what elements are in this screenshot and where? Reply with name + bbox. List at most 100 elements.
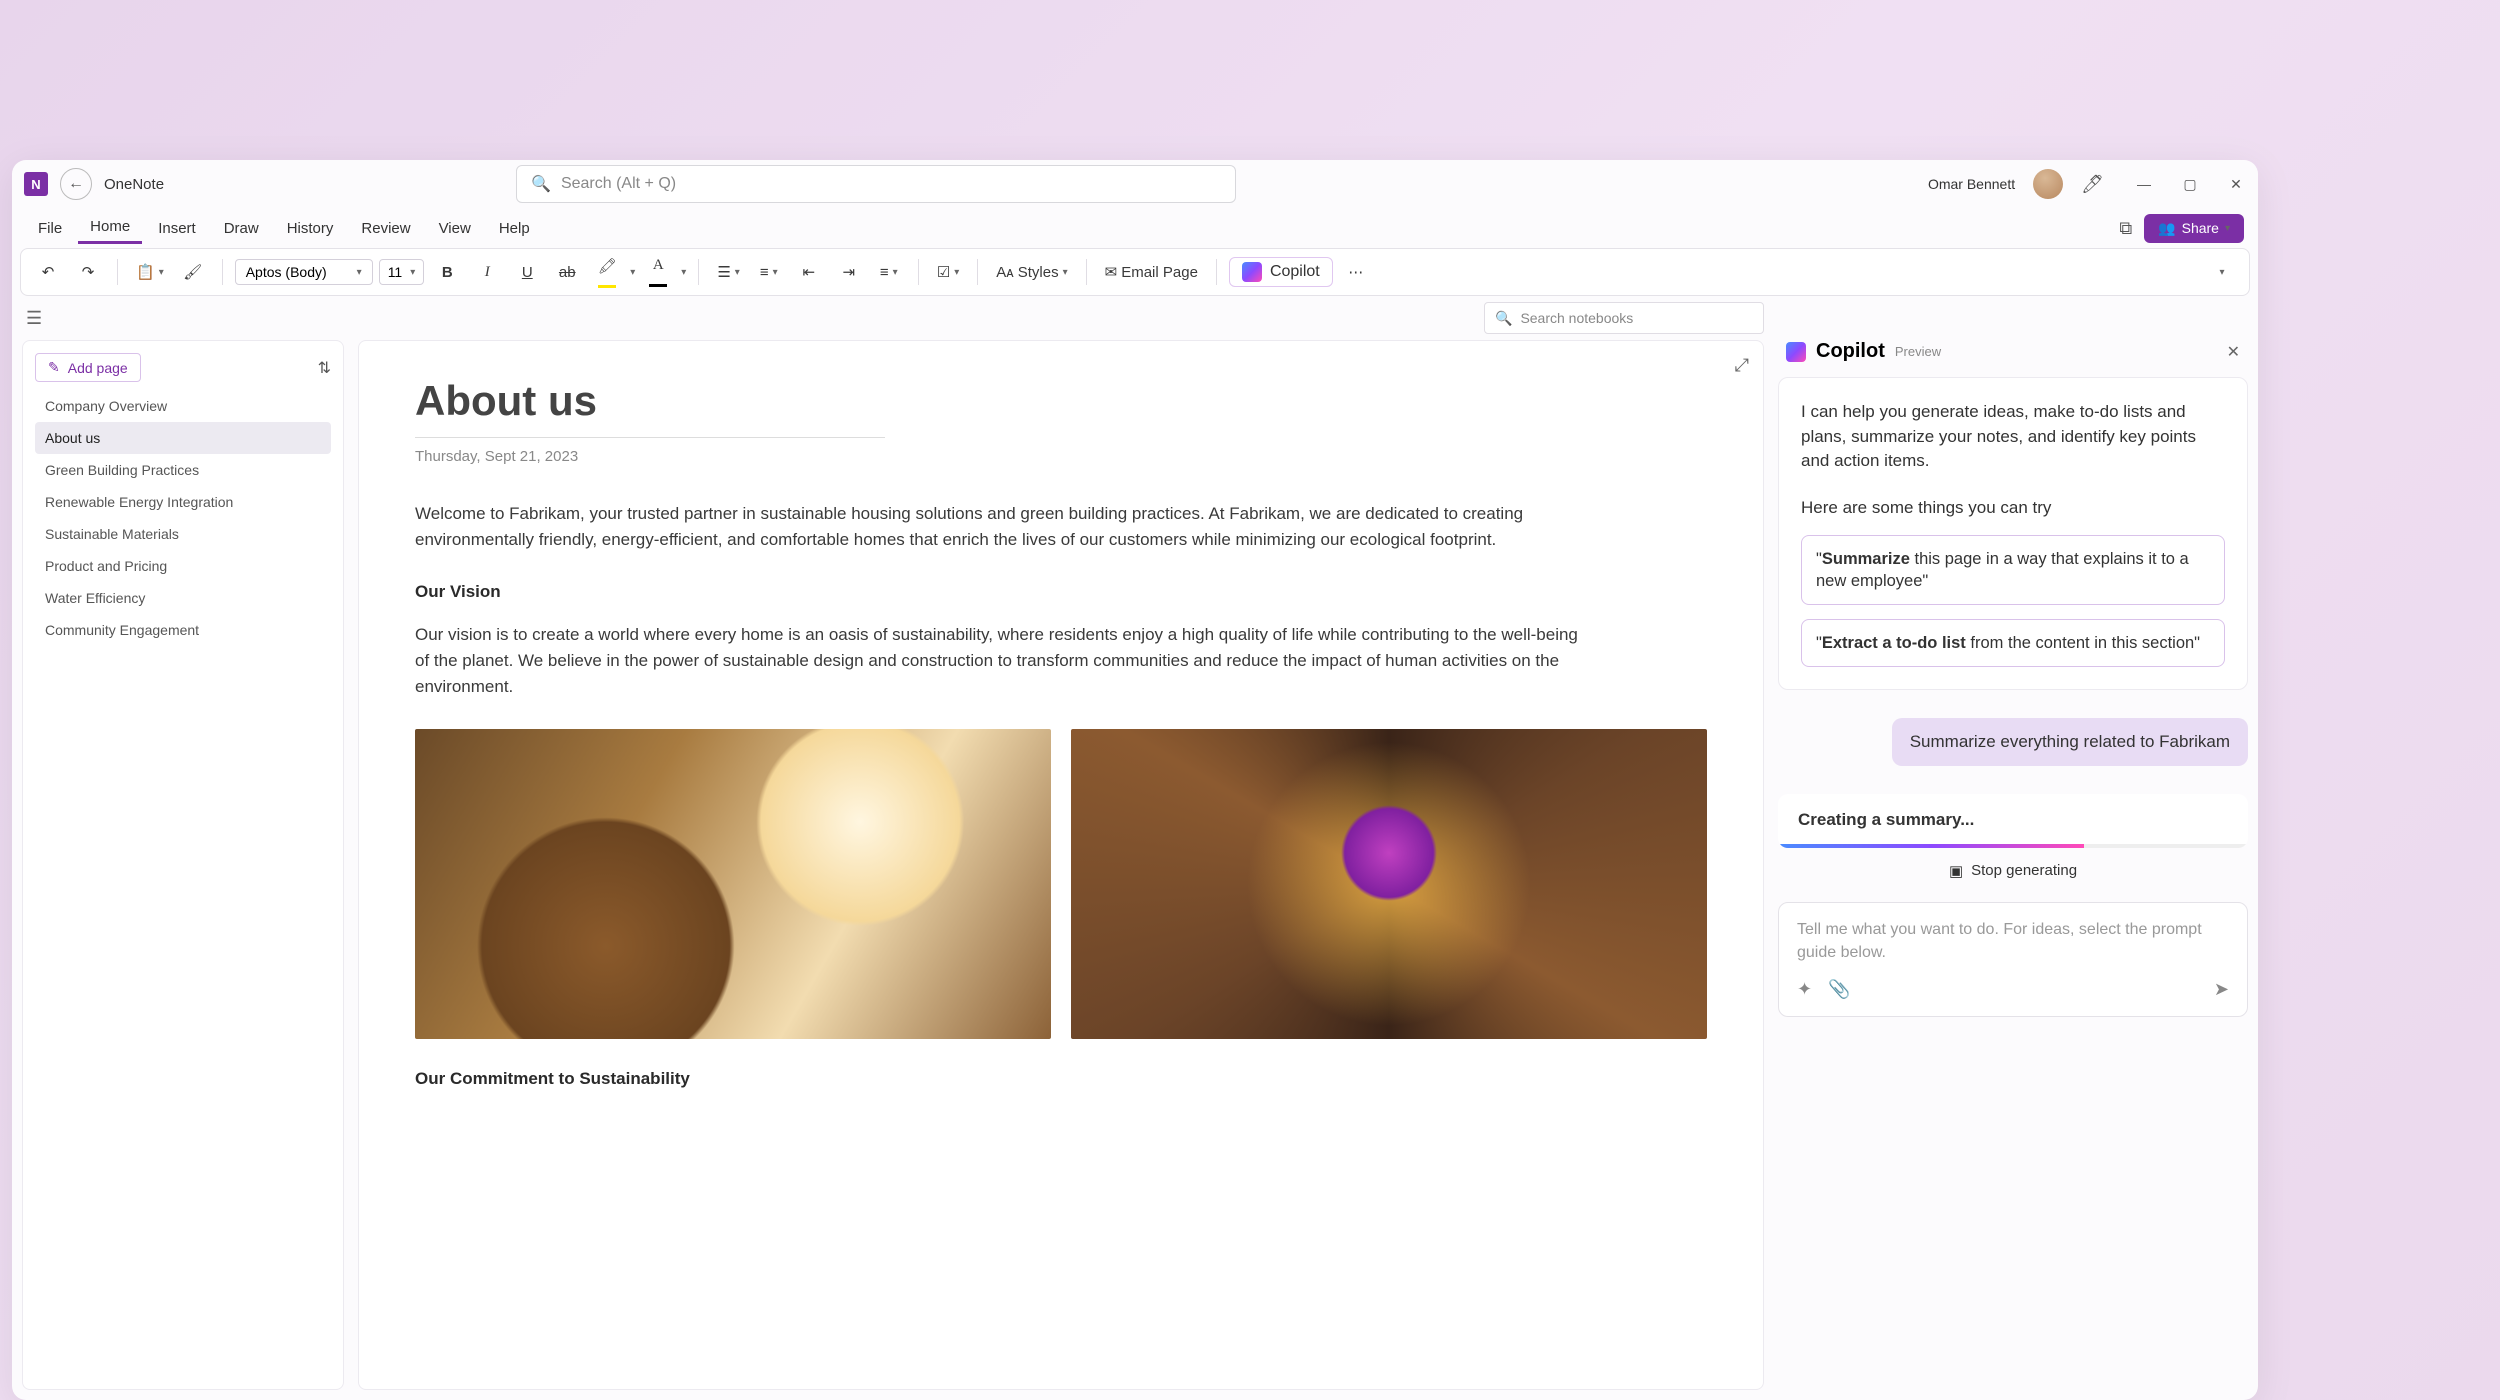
chevron-down-icon[interactable]: ▾ (630, 267, 635, 278)
content-image-2[interactable] (1071, 729, 1707, 1039)
font-color-icon: A (653, 257, 664, 274)
numbering-button[interactable]: ≡▾ (752, 255, 786, 289)
font-size-select[interactable]: 11 ▾ (379, 259, 425, 285)
back-button[interactable]: ← (60, 168, 92, 200)
ribbon-tabs: File Home Insert Draw History Review Vie… (12, 208, 2258, 248)
global-search-input[interactable]: 🔍 Search (Alt + Q) (516, 165, 1236, 203)
bullets-button[interactable]: ☰▾ (711, 255, 745, 289)
page-item[interactable]: Renewable Energy Integration (35, 486, 331, 518)
input-tools: ✦ 📎 ➤ (1797, 979, 2229, 1000)
minimize-button[interactable]: — (2134, 174, 2154, 194)
page-item[interactable]: Company Overview (35, 390, 331, 422)
chevron-down-icon[interactable]: ▾ (681, 267, 686, 278)
align-icon: ≡ (880, 264, 889, 281)
tab-help[interactable]: Help (487, 214, 542, 243)
tab-insert[interactable]: Insert (146, 214, 208, 243)
align-button[interactable]: ≡▾ (872, 255, 906, 289)
underline-button[interactable]: U (510, 255, 544, 289)
page-item[interactable]: Community Engagement (35, 614, 331, 646)
close-copilot-button[interactable]: ✕ (2227, 342, 2240, 362)
font-color-button[interactable]: A (641, 255, 675, 289)
redo-button[interactable]: ↷ (71, 255, 105, 289)
italic-button[interactable]: I (470, 255, 504, 289)
creating-status-card: Creating a summary... (1778, 794, 2248, 848)
styles-button[interactable]: Aᴀ Styles ▾ (990, 255, 1073, 289)
intro-paragraph[interactable]: Welcome to Fabrikam, your trusted partne… (415, 501, 1595, 554)
close-window-button[interactable]: ✕ (2226, 174, 2246, 194)
vision-paragraph[interactable]: Our vision is to create a world where ev… (415, 622, 1595, 701)
copilot-ribbon-button[interactable]: Copilot (1229, 257, 1333, 287)
font-family-select[interactable]: Aptos (Body) ▾ (235, 259, 373, 285)
commitment-heading[interactable]: Our Commitment to Sustainability (415, 1069, 1707, 1089)
sidebar-top: ✎ Add page ⇅ (35, 353, 331, 382)
tab-home[interactable]: Home (78, 212, 142, 244)
copilot-label: Copilot (1270, 263, 1320, 281)
page-item[interactable]: Sustainable Materials (35, 518, 331, 550)
page-item[interactable]: Water Efficiency (35, 582, 331, 614)
separator (698, 259, 699, 285)
send-button[interactable]: ➤ (2214, 979, 2229, 1000)
more-button[interactable]: ⋯ (1339, 255, 1373, 289)
paste-button[interactable]: 📋▾ (130, 255, 170, 289)
titlebar: N ← OneNote 🔍 Search (Alt + Q) Omar Benn… (12, 160, 2258, 208)
separator (222, 259, 223, 285)
tab-review[interactable]: Review (349, 214, 422, 243)
copilot-suggestion-2[interactable]: "Extract a to-do list from the content i… (1801, 619, 2225, 667)
page-item[interactable]: Product and Pricing (35, 550, 331, 582)
page-title[interactable]: About us (415, 377, 1707, 425)
mail-icon: ✉ (1105, 263, 1118, 281)
outdent-button[interactable]: ⇤ (792, 255, 826, 289)
add-page-button[interactable]: ✎ Add page (35, 353, 141, 382)
separator (117, 259, 118, 285)
maximize-button[interactable]: ▢ (2180, 174, 2200, 194)
creating-label: Creating a summary... (1798, 810, 2228, 830)
indent-icon: ⇥ (843, 263, 856, 281)
chevron-down-icon: ▾ (893, 267, 898, 278)
stop-icon: ▣ (1949, 862, 1963, 880)
indent-button[interactable]: ⇥ (832, 255, 866, 289)
email-label: Email Page (1121, 264, 1198, 281)
strikethrough-button[interactable]: ab (550, 255, 584, 289)
copilot-suggestion-1[interactable]: "Summarize this page in a way that expla… (1801, 535, 2225, 606)
copilot-input[interactable]: Tell me what you want to do. For ideas, … (1778, 902, 2248, 1017)
highlight-button[interactable]: 🖍 (590, 255, 624, 289)
email-page-button[interactable]: ✉ Email Page (1099, 255, 1204, 289)
content-image-1[interactable] (415, 729, 1051, 1039)
copilot-intro-card: I can help you generate ideas, make to-d… (1778, 377, 2248, 690)
search-notebooks-input[interactable]: 🔍 Search notebooks (1484, 302, 1764, 334)
chevron-down-icon: ▾ (954, 267, 959, 278)
sort-button[interactable]: ⇅ (318, 358, 331, 378)
collapse-ribbon-button[interactable]: ▾ (2205, 255, 2239, 289)
undo-button[interactable]: ↶ (31, 255, 65, 289)
tabs-right: ⧉ 👥 Share ▾ (2119, 214, 2244, 243)
suggestion-bold: Extract a to-do list (1822, 634, 1966, 652)
avatar[interactable] (2033, 169, 2063, 199)
attach-icon[interactable]: 📎 (1828, 979, 1850, 1000)
sparkle-icon[interactable]: ✦ (1797, 979, 1812, 1000)
tab-draw[interactable]: Draw (212, 214, 271, 243)
numbering-icon: ≡ (760, 264, 769, 281)
username: Omar Bennett (1928, 176, 2015, 192)
vision-heading[interactable]: Our Vision (415, 582, 1707, 602)
tab-file[interactable]: File (26, 214, 74, 243)
page-date: Thursday, Sept 21, 2023 (415, 448, 1707, 465)
share-button[interactable]: 👥 Share ▾ (2144, 214, 2244, 243)
ribbon-toolbar: ↶ ↷ 📋▾ 🖌 Aptos (Body) ▾ 11 ▾ B I U ab 🖍 … (20, 248, 2250, 296)
popout-button[interactable]: ⧉ (2119, 218, 2132, 239)
tab-history[interactable]: History (275, 214, 346, 243)
chevron-down-icon: ▾ (2225, 223, 2230, 234)
stop-generating-button[interactable]: ▣ Stop generating (1778, 848, 2248, 894)
tab-view[interactable]: View (427, 214, 483, 243)
expand-page-button[interactable]: ⤢ (1735, 355, 1749, 376)
nav-toggle-button[interactable]: ☰ (26, 308, 42, 329)
page-item[interactable]: About us (35, 422, 331, 454)
format-painter-button[interactable]: 🖌 (176, 255, 210, 289)
user-message: Summarize everything related to Fabrikam (1892, 718, 2248, 766)
progress-fill (1778, 844, 2084, 848)
pen-icon[interactable]: 🖊 (2081, 174, 2104, 195)
page-content[interactable]: ⤢ About us Thursday, Sept 21, 2023 Welco… (358, 340, 1764, 1390)
tag-button[interactable]: ☑▾ (931, 255, 965, 289)
app-icon: N (24, 172, 48, 196)
page-item[interactable]: Green Building Practices (35, 454, 331, 486)
bold-button[interactable]: B (430, 255, 464, 289)
